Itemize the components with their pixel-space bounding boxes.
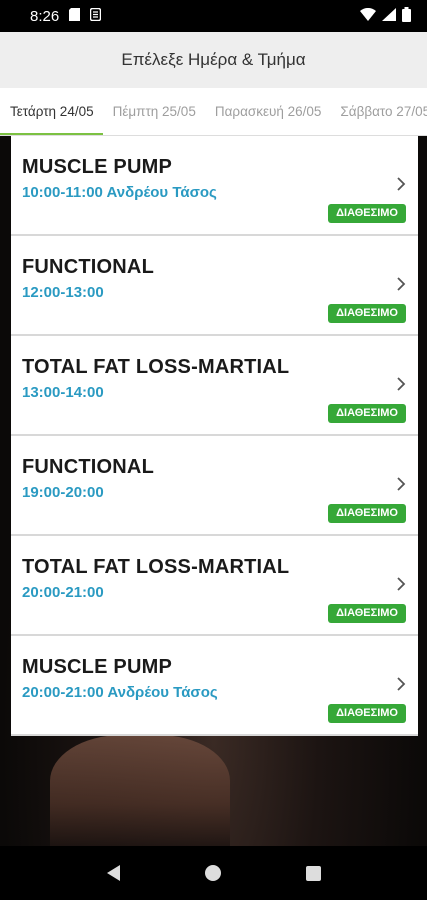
class-time: 20:00-21:00 xyxy=(22,584,104,601)
class-card[interactable]: TOTAL FAT LOSS-MARTIAL 20:00-21:00 ΔΙΑΘΕ… xyxy=(11,536,418,636)
status-badge: ΔΙΑΘΕΣΙΜΟ xyxy=(328,304,406,323)
chevron-right-icon xyxy=(394,474,408,494)
status-badge: ΔΙΑΘΕΣΙΜΟ xyxy=(328,204,406,223)
class-time: 20:00-21:00 Ανδρέου Τάσος xyxy=(22,684,218,701)
class-title: FUNCTIONAL xyxy=(22,256,154,278)
tab-thursday[interactable]: Πέμπτη 25/05 xyxy=(103,88,205,135)
status-badge: ΔΙΑΘΕΣΙΜΟ xyxy=(328,404,406,423)
class-card[interactable]: FUNCTIONAL 12:00-13:00 ΔΙΑΘΕΣΙΜΟ xyxy=(11,236,418,336)
class-title: TOTAL FAT LOSS-MARTIAL xyxy=(22,356,290,378)
home-icon[interactable] xyxy=(204,865,221,881)
sync-icon xyxy=(89,7,102,24)
chevron-right-icon xyxy=(394,674,408,694)
class-time: 13:00-14:00 xyxy=(22,384,104,401)
class-time: 10:00-11:00 Ανδρέου Τάσος xyxy=(22,184,217,201)
status-time: 8:26 xyxy=(30,7,60,25)
chevron-right-icon xyxy=(394,274,408,294)
system-nav-bar xyxy=(0,846,427,900)
status-badge: ΔΙΑΘΕΣΙΜΟ xyxy=(328,604,406,623)
class-list: MUSCLE PUMP 10:00-11:00 Ανδρέου Τάσος ΔΙ… xyxy=(11,136,418,736)
tab-friday[interactable]: Παρασκευή 26/05 xyxy=(205,88,331,135)
class-card[interactable]: FUNCTIONAL 19:00-20:00 ΔΙΑΘΕΣΙΜΟ xyxy=(11,436,418,536)
class-card[interactable]: MUSCLE PUMP 20:00-21:00 Ανδρέου Τάσος ΔΙ… xyxy=(11,636,418,736)
class-title: MUSCLE PUMP xyxy=(22,656,172,678)
chevron-right-icon xyxy=(394,374,408,394)
app-header: Επέλεξε Ημέρα & Τμήμα xyxy=(0,32,427,88)
class-time: 19:00-20:00 xyxy=(22,484,104,501)
back-icon[interactable] xyxy=(106,865,120,881)
battery-icon xyxy=(402,7,411,25)
status-badge: ΔΙΑΘΕΣΙΜΟ xyxy=(328,504,406,523)
chevron-right-icon xyxy=(394,574,408,594)
wifi-icon xyxy=(360,7,376,24)
background-figure xyxy=(50,735,230,850)
class-title: MUSCLE PUMP xyxy=(22,156,172,178)
sd-card-icon xyxy=(69,8,81,24)
chevron-right-icon xyxy=(394,174,408,194)
tab-saturday[interactable]: Σάββατο 27/05 xyxy=(330,88,427,135)
class-time: 12:00-13:00 xyxy=(22,284,104,301)
day-tabs: Τετάρτη 24/05 Πέμπτη 25/05 Παρασκευή 26/… xyxy=(0,88,427,136)
status-badge: ΔΙΑΘΕΣΙΜΟ xyxy=(328,704,406,723)
class-card[interactable]: MUSCLE PUMP 10:00-11:00 Ανδρέου Τάσος ΔΙ… xyxy=(11,136,418,236)
class-title: FUNCTIONAL xyxy=(22,456,154,478)
tab-wednesday[interactable]: Τετάρτη 24/05 xyxy=(0,88,103,135)
class-card[interactable]: TOTAL FAT LOSS-MARTIAL 13:00-14:00 ΔΙΑΘΕ… xyxy=(11,336,418,436)
class-title: TOTAL FAT LOSS-MARTIAL xyxy=(22,556,290,578)
status-bar: 8:26 xyxy=(0,0,427,32)
recents-icon[interactable] xyxy=(305,865,321,881)
signal-icon xyxy=(382,8,396,24)
page-title: Επέλεξε Ημέρα & Τμήμα xyxy=(121,50,306,69)
